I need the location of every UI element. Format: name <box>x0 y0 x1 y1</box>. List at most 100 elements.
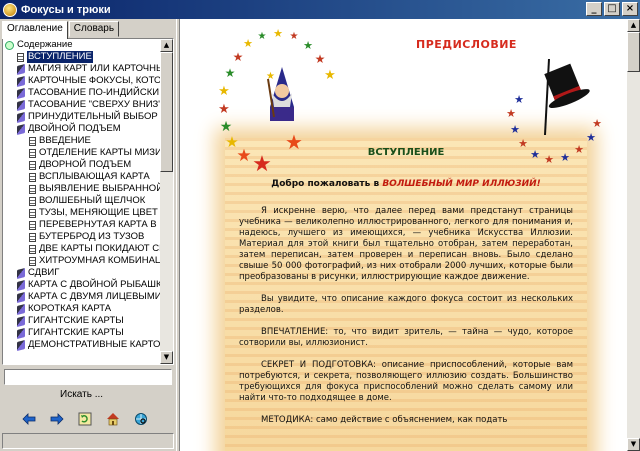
tree-item[interactable]: ТУЗЫ, МЕНЯЮЩИЕ ЦВЕТ <box>3 207 162 219</box>
scroll-thumb[interactable] <box>627 32 640 72</box>
tree-item[interactable]: ВВЕДЕНИЕ <box>3 135 162 147</box>
refresh-icon[interactable] <box>76 411 94 427</box>
svg-text:★: ★ <box>290 31 299 42</box>
tree-item-label: КОРОТКАЯ КАРТА <box>28 303 112 314</box>
svg-text:★: ★ <box>233 50 244 64</box>
book-icon <box>17 291 25 303</box>
tree-item-label: ОТДЕЛЕНИЕ КАРТЫ МИЗИ <box>39 147 162 158</box>
tree-item-label: БУТЕРБРОД ИЗ ТУЗОВ <box>39 231 145 242</box>
tree-item-label: КАРТОЧНЫЕ ФОКУСЫ, КОТОР <box>28 75 162 86</box>
tree-item[interactable]: ВСПЛЫВАЮЩАЯ КАРТА <box>3 171 162 183</box>
tree-item-label: СДВИГ <box>28 267 60 278</box>
scroll-down-icon[interactable]: ▼ <box>627 438 640 451</box>
tree-scrollbar[interactable]: ▲ ▼ <box>160 39 173 364</box>
page-icon <box>29 148 36 158</box>
tree-item[interactable]: МАГИЯ КАРТ ИЛИ КАРТОЧНЫЕ <box>3 63 162 75</box>
scroll-up-icon[interactable]: ▲ <box>160 39 173 52</box>
tree-item[interactable]: КОРОТКАЯ КАРТА <box>3 303 162 315</box>
page-icon <box>29 184 36 194</box>
content-pane: ★ ★ ★ ★ ★ ★ ★ ★ ★ ★ ★ ★ ★ ★ ★ ★ ★ ПРЕДИС… <box>180 19 627 451</box>
paragraph: МЕТОДИКА: само действие с объяснением, к… <box>261 415 508 425</box>
tree-item-label: ПРИНУДИТЕЛЬНЫЙ ВЫБОР <box>28 111 158 122</box>
tree-item[interactable]: ДВОЙНОЙ ПОДЪЕМ <box>3 123 162 135</box>
tab-glossary[interactable]: Словарь <box>68 21 120 37</box>
tree-item[interactable]: ДЕМОНСТРАТИВНЫЕ КАРТО <box>3 339 162 351</box>
tree-item[interactable]: СДВИГ <box>3 267 162 279</box>
nav-tabs: Оглавление Словарь <box>2 21 120 39</box>
tree-item[interactable]: ВСТУПЛЕНИЕ <box>3 51 162 63</box>
scroll-thumb[interactable] <box>160 52 173 172</box>
tree-item-label: ВСПЛЫВАЮЩАЯ КАРТА <box>39 171 150 182</box>
tree-item-label: ВОЛШЕБНЫЙ ЩЕЛЧОК <box>39 195 146 206</box>
tree-item-label: ДВОРНОЙ ПОДЪЕМ <box>39 159 132 170</box>
tree-item[interactable]: ТАСОВАНИЕ ПО-ИНДИЙСКИ <box>3 87 162 99</box>
nav-toolbar <box>20 411 150 427</box>
tree-item[interactable]: ДВЕ КАРТЫ ПОКИДАЮТ СВО <box>3 243 162 255</box>
page-icon <box>29 244 36 254</box>
tree-item-label: ГИГАНТСКИЕ КАРТЫ <box>28 327 124 338</box>
tree-root[interactable]: Содержание <box>3 39 162 51</box>
svg-text:★: ★ <box>592 117 602 130</box>
tree-item[interactable]: ТАСОВАНИЕ "СВЕРХУ ВНИЗ" <box>3 99 162 111</box>
tree-item[interactable]: ПРИНУДИТЕЛЬНЫЙ ВЫБОР <box>3 111 162 123</box>
contents-tree[interactable]: Содержание ВСТУПЛЕНИЕ МАГИЯ КАРТ ИЛИ КАРТ… <box>2 38 174 365</box>
tree-item[interactable]: КАРТА С ДВОЙНОЙ РЫБАШКОЙ <box>3 279 162 291</box>
book-icon <box>17 267 25 279</box>
svg-text:★: ★ <box>273 27 283 40</box>
search-button[interactable]: Искать ... <box>60 389 103 400</box>
svg-text:★: ★ <box>324 68 336 83</box>
tree-item-label: ДВОЙНОЙ ПОДЪЕМ <box>28 123 121 134</box>
book-icon <box>17 303 25 315</box>
tree-item[interactable]: ОТДЕЛЕНИЕ КАРТЫ МИЗИ <box>3 147 162 159</box>
page-icon <box>29 220 36 230</box>
search-input[interactable] <box>4 369 172 385</box>
page-icon <box>29 256 36 266</box>
page-icon <box>29 196 36 206</box>
status-bar <box>2 433 174 449</box>
book-icon <box>17 99 25 111</box>
close-button[interactable]: × <box>622 2 638 16</box>
maximize-button[interactable]: □ <box>604 2 620 16</box>
book-icon <box>17 279 25 291</box>
tree-item-label: ПЕРЕВЕРНУТАЯ КАРТА В <box>39 219 157 230</box>
tree-item-label: ВСТУПЛЕНИЕ <box>27 51 93 63</box>
tree-item-label: ТАСОВАНИЕ "СВЕРХУ ВНИЗ" <box>28 99 162 110</box>
forward-arrow-icon[interactable] <box>48 411 66 427</box>
back-arrow-icon[interactable] <box>20 411 38 427</box>
tab-contents[interactable]: Оглавление <box>2 21 68 39</box>
tree-item-label: КАРТА С ДВУМЯ ЛИЦЕВЫМИ С <box>28 291 162 302</box>
tree-item[interactable]: ХИТРОУМНАЯ КОМБИНАЦИ <box>3 255 162 267</box>
tree-item[interactable]: ДВОРНОЙ ПОДЪЕМ <box>3 159 162 171</box>
content-scrollbar[interactable]: ▲ ▼ <box>627 19 640 451</box>
minimize-button[interactable]: _ <box>586 2 602 16</box>
tree-item-label: ХИТРОУМНАЯ КОМБИНАЦИ <box>39 255 162 266</box>
page-icon <box>29 136 36 146</box>
root-icon <box>5 40 14 50</box>
page-icon <box>17 52 24 62</box>
tree-item[interactable]: ГИГАНТСКИЕ КАРТЫ <box>3 327 162 339</box>
preface-heading: ПРЕДИСЛОВИЕ <box>416 38 517 51</box>
scroll-up-icon[interactable]: ▲ <box>627 19 640 32</box>
welcome-line: Добро пожаловать в ВОЛШЕБНЫЙ МИР ИЛЛЮЗИЙ… <box>225 179 587 189</box>
page-icon <box>29 172 36 182</box>
article-parchment: ВСТУПЛЕНИЕ Добро пожаловать в ВОЛШЕБНЫЙ … <box>225 138 587 451</box>
tree-item[interactable]: ВЫЯВЛЕНИЕ ВЫБРАННОЙ <box>3 183 162 195</box>
globe-search-icon[interactable] <box>132 411 150 427</box>
book-icon <box>17 87 25 99</box>
app-icon <box>3 2 17 17</box>
welcome-prefix: Добро пожаловать в <box>271 179 383 189</box>
tree-item-label: ТУЗЫ, МЕНЯЮЩИЕ ЦВЕТ <box>39 207 158 218</box>
tree-item[interactable]: КАРТА С ДВУМЯ ЛИЦЕВЫМИ С <box>3 291 162 303</box>
tree-item[interactable]: БУТЕРБРОД ИЗ ТУЗОВ <box>3 231 162 243</box>
tree-item[interactable]: КАРТОЧНЫЕ ФОКУСЫ, КОТОР <box>3 75 162 87</box>
book-icon <box>17 315 25 327</box>
svg-text:★: ★ <box>514 93 524 106</box>
tree-item[interactable]: ВОЛШЕБНЫЙ ЩЕЛЧОК <box>3 195 162 207</box>
tree-item[interactable]: ГИГАНТСКИЕ КАРТЫ <box>3 315 162 327</box>
svg-text:★: ★ <box>586 131 596 144</box>
home-icon[interactable] <box>104 411 122 427</box>
tree-item[interactable]: ПЕРЕВЕРНУТАЯ КАРТА В <box>3 219 162 231</box>
welcome-emphasis: ВОЛШЕБНЫЙ МИР ИЛЛЮЗИЙ! <box>382 179 541 189</box>
scroll-down-icon[interactable]: ▼ <box>160 351 173 364</box>
tree-item-label: МАГИЯ КАРТ ИЛИ КАРТОЧНЫЕ <box>28 63 162 74</box>
